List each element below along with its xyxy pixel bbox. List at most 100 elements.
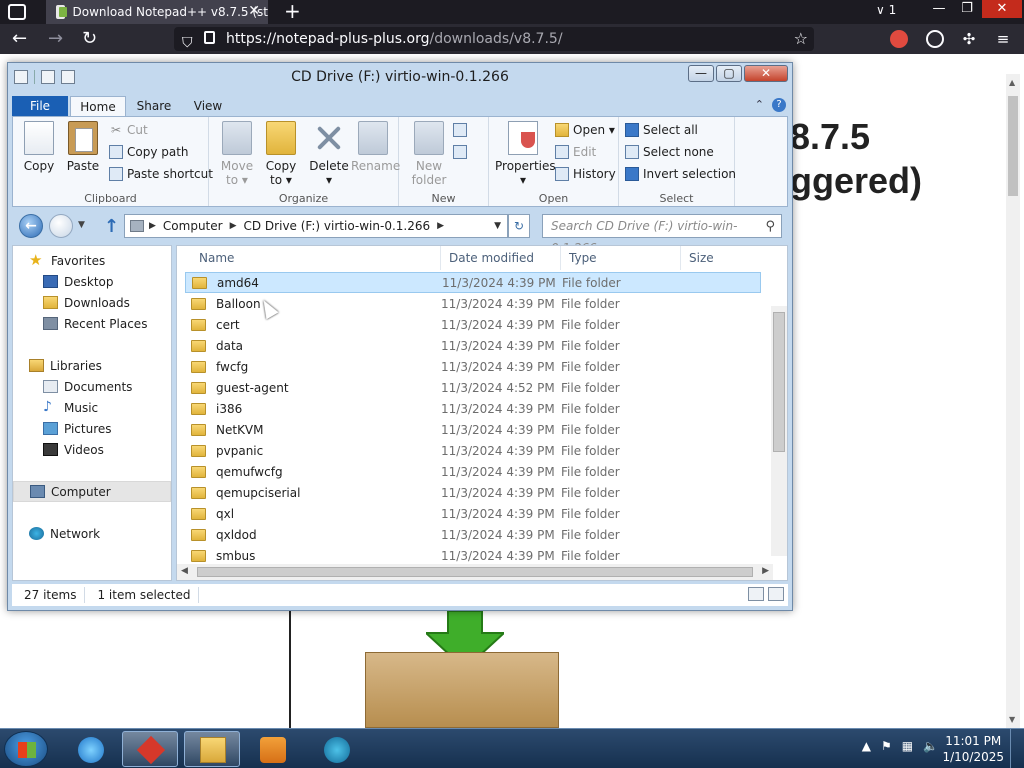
help-icon[interactable]: ? <box>772 98 786 112</box>
invert-selection-button[interactable]: Invert selection <box>625 167 736 181</box>
start-button[interactable] <box>4 731 48 767</box>
select-all-button[interactable]: Select all <box>625 123 698 137</box>
address-bar[interactable]: ▶ Computer ▶ CD Drive (F:) virtio-win-0.… <box>124 214 508 238</box>
system-clock[interactable]: 11:01 PM 1/10/2025 <box>942 733 1004 765</box>
breadcrumb-separator-icon[interactable]: ▶ <box>437 221 444 231</box>
taskbar-media-player[interactable] <box>244 731 300 767</box>
browser-minimize-button[interactable]: — <box>926 0 952 18</box>
reload-button[interactable]: ↻ <box>82 29 97 49</box>
file-row[interactable]: NetKVM 11/3/2024 4:39 PM File folder <box>185 419 761 440</box>
properties-button[interactable]: Properties ▾ <box>495 121 556 187</box>
explorer-forward-button[interactable] <box>49 214 73 238</box>
nav-item-recent-places[interactable]: Recent Places <box>13 313 171 334</box>
select-none-button[interactable]: Select none <box>625 145 714 159</box>
history-button[interactable]: History <box>555 167 616 181</box>
forward-button[interactable]: → <box>48 29 63 49</box>
file-row[interactable]: qxl 11/3/2024 4:39 PM File folder <box>185 503 761 524</box>
copy-to-button[interactable]: Copy to ▾ <box>261 121 301 187</box>
scroll-right-icon[interactable]: ▶ <box>762 566 769 576</box>
cut-button[interactable]: ✂ Cut <box>109 123 148 137</box>
taskbar-file-explorer[interactable] <box>184 731 240 767</box>
tab-home[interactable]: Home <box>70 96 126 116</box>
edit-button[interactable]: Edit <box>555 145 596 159</box>
search-icon[interactable]: ⚲ <box>765 216 775 238</box>
search-input[interactable]: Search CD Drive (F:) virtio-win-0.1.266 … <box>542 214 782 255</box>
new-item-button[interactable] <box>453 123 467 137</box>
explorer-back-button[interactable]: ← <box>19 214 43 238</box>
show-desktop-button[interactable] <box>1010 729 1024 768</box>
browser-maximize-button[interactable]: ❐ <box>954 0 980 18</box>
nav-item-network[interactable]: Network <box>13 523 171 544</box>
easy-access-button[interactable] <box>453 145 467 159</box>
tab-close-icon[interactable]: ✕ <box>248 3 260 19</box>
rename-button[interactable]: Rename <box>351 121 400 173</box>
details-view-icon[interactable] <box>748 587 764 601</box>
move-to-button[interactable]: Move to ▾ <box>217 121 257 187</box>
back-button[interactable]: ← <box>12 29 27 49</box>
large-icons-view-icon[interactable] <box>768 587 784 601</box>
new-tab-button[interactable]: + <box>284 0 301 23</box>
open-button[interactable]: Open ▾ <box>555 123 615 137</box>
address-dropdown-icon[interactable]: ▼ <box>494 221 501 231</box>
url-bar[interactable]: ⛉ https://notepad-plus-plus.org/download… <box>174 27 814 51</box>
ribbon-collapse-icon[interactable]: ⌃ <box>755 98 764 112</box>
column-header-size[interactable]: Size <box>681 246 777 270</box>
action-center-flag-icon[interactable]: ⚑ <box>881 739 892 753</box>
breadcrumb-cd-drive[interactable]: CD Drive (F:) virtio-win-0.1.266 <box>244 219 431 233</box>
nav-item-desktop[interactable]: Desktop <box>13 271 171 292</box>
nav-item-libraries[interactable]: Libraries <box>13 355 171 376</box>
shield-icon[interactable]: ⛉ <box>182 31 193 55</box>
file-row[interactable]: qxldod 11/3/2024 4:39 PM File folder <box>185 524 761 545</box>
nav-item-favorites[interactable]: ★ Favorites <box>13 250 171 271</box>
explorer-close-button[interactable]: ✕ <box>744 65 788 82</box>
breadcrumb-computer[interactable]: Computer <box>163 219 223 233</box>
file-row[interactable]: qemupciserial 11/3/2024 4:39 PM File folde… <box>185 482 761 503</box>
breadcrumb-separator-icon[interactable]: ▶ <box>230 221 237 231</box>
nav-item-videos[interactable]: Videos <box>13 439 171 460</box>
nav-item-downloads[interactable]: Downloads <box>13 292 171 313</box>
copy-button[interactable]: Copy <box>19 121 59 173</box>
nav-item-documents[interactable]: Documents <box>13 376 171 397</box>
scroll-up-icon[interactable]: ▲ <box>1009 78 1015 87</box>
extension-icon[interactable] <box>890 30 908 48</box>
column-header-date[interactable]: Date modified <box>441 246 561 270</box>
file-row[interactable]: pvpanic 11/3/2024 4:39 PM File folder <box>185 440 761 461</box>
tab-overflow-button[interactable]: ∨ 1 <box>876 3 896 17</box>
file-row[interactable]: guest-agent 11/3/2024 4:52 PM File folder <box>185 377 761 398</box>
vertical-scroll-thumb[interactable] <box>773 312 785 452</box>
file-row[interactable]: data 11/3/2024 4:39 PM File folder <box>185 335 761 356</box>
paste-shortcut-button[interactable]: Paste shortcut <box>109 167 213 181</box>
explorer-minimize-button[interactable]: — <box>688 65 714 82</box>
extensions-puzzle-icon[interactable]: ✣ <box>960 30 978 48</box>
tab-list-icon[interactable] <box>8 4 26 20</box>
bookmark-star-icon[interactable]: ☆ <box>794 27 808 51</box>
recent-locations-chevron-icon[interactable]: ▼ <box>78 220 85 230</box>
tab-share[interactable]: Share <box>128 96 180 116</box>
scroll-left-icon[interactable]: ◀ <box>181 566 188 576</box>
horizontal-scroll-thumb[interactable] <box>197 567 753 577</box>
file-row[interactable]: amd64 11/3/2024 4:39 PM File folder <box>185 272 761 293</box>
column-header-type[interactable]: Type <box>561 246 681 270</box>
column-header-name[interactable]: Name <box>177 246 441 270</box>
browser-close-button[interactable]: ✕ <box>982 0 1022 18</box>
up-arrow-icon[interactable]: ↑ <box>104 216 119 237</box>
nav-item-pictures[interactable]: Pictures <box>13 418 171 439</box>
new-folder-button[interactable]: New folder <box>409 121 449 187</box>
nav-item-music[interactable]: ♪ Music <box>13 397 171 418</box>
file-list-horizontal-scrollbar[interactable]: ◀ ▶ <box>177 564 773 580</box>
network-tray-icon[interactable]: ▦ <box>902 739 913 753</box>
page-scrollbar-thumb[interactable] <box>1008 96 1018 196</box>
paste-button[interactable]: Paste <box>63 121 103 173</box>
file-row[interactable]: cert 11/3/2024 4:39 PM File folder <box>185 314 761 335</box>
tab-file[interactable]: File <box>12 96 68 116</box>
nav-item-computer[interactable]: Computer <box>13 481 171 502</box>
page-scrollbar[interactable]: ▲ ▼ <box>1006 74 1020 728</box>
refresh-button[interactable]: ↻ <box>508 214 530 238</box>
file-row[interactable]: qemufwcfg 11/3/2024 4:39 PM File folder <box>185 461 761 482</box>
tab-view[interactable]: View <box>182 96 234 116</box>
taskbar-vmc[interactable] <box>308 731 364 767</box>
tray-overflow-icon[interactable]: ▲ <box>862 739 871 753</box>
file-list-vertical-scrollbar[interactable] <box>771 306 787 556</box>
explorer-maximize-button[interactable]: ▢ <box>716 65 742 82</box>
scroll-down-icon[interactable]: ▼ <box>1009 715 1015 724</box>
